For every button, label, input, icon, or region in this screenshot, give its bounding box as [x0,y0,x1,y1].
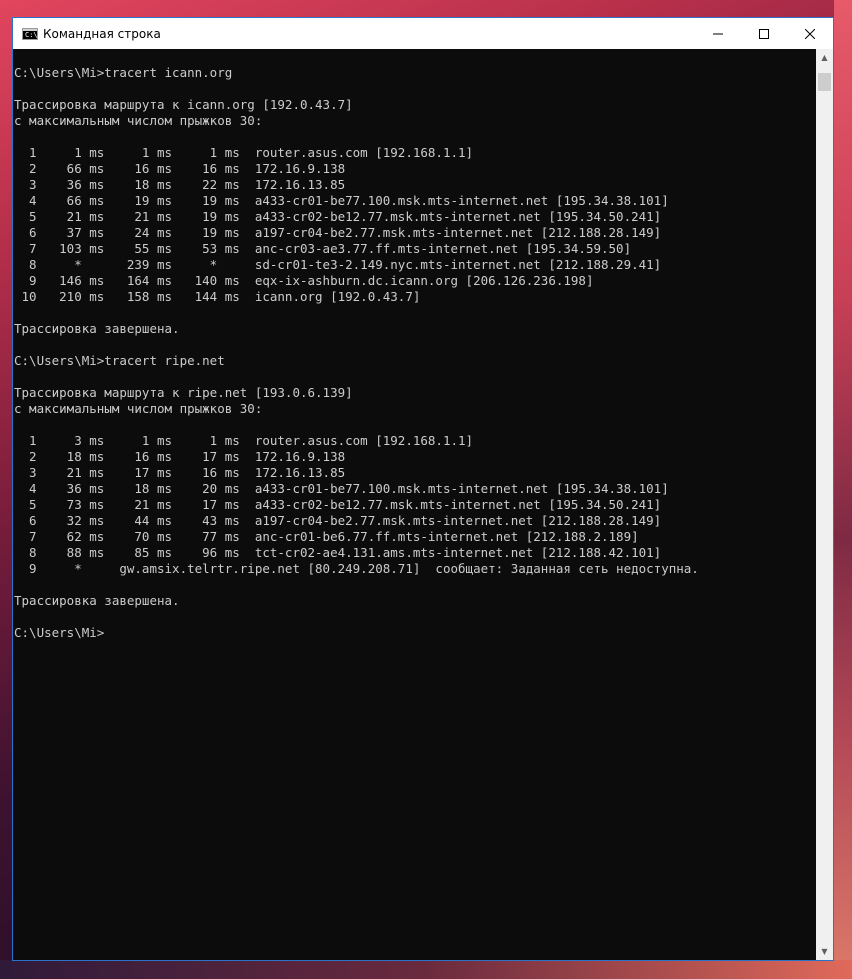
terminal-line: C:\Users\Mi> [14,625,105,640]
terminal-line: 9 146 ms 164 ms 140 ms eqx-ix-ashburn.dc… [14,273,594,288]
terminal-line: 4 66 ms 19 ms 19 ms a433-cr01-be77.100.m… [14,193,669,208]
terminal-line: C:\Users\Mi>tracert ripe.net [14,353,225,368]
window-title: Командная строка [43,26,161,41]
terminal-line: 8 88 ms 85 ms 96 ms tct-cr02-ae4.131.ams… [14,545,662,560]
minimize-icon [713,33,723,34]
terminal-line: 4 36 ms 18 ms 20 ms a433-cr01-be77.100.m… [14,481,669,496]
cmd-window: C:\ Командная строка C:\Users\Mi>tracert… [12,17,834,961]
terminal-text: C:\Users\Mi>tracert icann.org Трассировк… [13,49,817,641]
window-controls [695,18,833,49]
terminal-line: 5 73 ms 21 ms 17 ms a433-cr02-be12.77.ms… [14,497,662,512]
terminal-line: Трассировка маршрута к icann.org [192.0.… [14,97,353,112]
title-bar[interactable]: C:\ Командная строка [13,18,833,49]
terminal-line: 3 36 ms 18 ms 22 ms 172.16.13.85 [14,177,346,192]
desktop-wallpaper [834,0,852,979]
terminal-line: 10 210 ms 158 ms 144 ms icann.org [192.0… [14,289,421,304]
terminal-line: с максимальным числом прыжков 30: [14,401,263,416]
terminal-line: Трассировка завершена. [14,321,180,336]
terminal-line: 7 62 ms 70 ms 77 ms anc-cr01-be6.77.ff.m… [14,529,639,544]
terminal-line: 5 21 ms 21 ms 19 ms a433-cr02-be12.77.ms… [14,209,662,224]
terminal-line: 9 * gw.amsix.telrtr.ripe.net [80.249.208… [14,561,699,576]
terminal-line: 1 1 ms 1 ms 1 ms router.asus.com [192.16… [14,145,474,160]
scroll-down-arrow-icon[interactable]: ▼ [816,943,833,960]
terminal-line: 3 21 ms 17 ms 16 ms 172.16.13.85 [14,465,346,480]
scroll-up-arrow-icon[interactable]: ▲ [816,49,833,66]
terminal-line: 6 32 ms 44 ms 43 ms a197-cr04-be2.77.msk… [14,513,662,528]
close-button[interactable] [787,18,833,49]
terminal-line: с максимальным числом прыжков 30: [14,113,263,128]
desktop-wallpaper-bottom [0,960,852,979]
terminal-line: 2 66 ms 16 ms 16 ms 172.16.9.138 [14,161,346,176]
terminal-line: 1 3 ms 1 ms 1 ms router.asus.com [192.16… [14,433,474,448]
close-icon [805,28,815,39]
terminal-line: 7 103 ms 55 ms 53 ms anc-cr03-ae3.77.ff.… [14,241,632,256]
terminal-output[interactable]: C:\Users\Mi>tracert icann.org Трассировк… [13,49,817,960]
minimize-button[interactable] [695,18,741,49]
terminal-line: C:\Users\Mi>tracert icann.org [14,65,233,80]
maximize-icon [759,28,769,39]
terminal-line: 6 37 ms 24 ms 19 ms a197-cr04-be2.77.msk… [14,225,662,240]
terminal-line: 2 18 ms 16 ms 17 ms 172.16.9.138 [14,449,346,464]
vertical-scrollbar[interactable]: ▲ ▼ [816,49,833,960]
scroll-thumb[interactable] [818,73,831,91]
terminal-line: Трассировка завершена. [14,593,180,608]
terminal-line: Трассировка маршрута к ripe.net [193.0.6… [14,385,353,400]
maximize-button[interactable] [741,18,787,49]
terminal-line: 8 * 239 ms * sd-cr01-te3-2.149.nyc.mts-i… [14,257,662,272]
cmd-app-icon[interactable]: C:\ [22,27,38,40]
